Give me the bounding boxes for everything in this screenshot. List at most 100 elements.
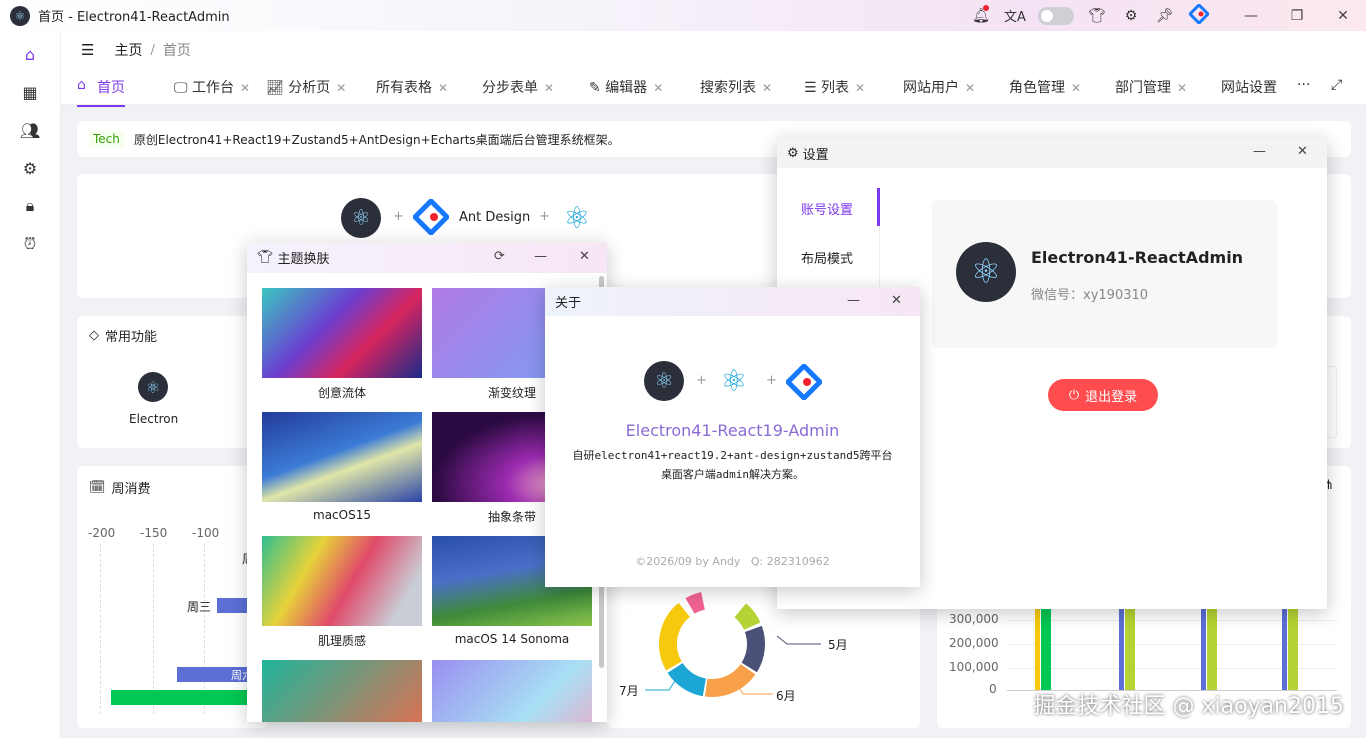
menu-fold-icon[interactable]: ☰ xyxy=(81,41,94,59)
x-tick: -100 xyxy=(192,526,220,540)
shortcut-electron[interactable]: ⚛ Electron xyxy=(129,372,179,426)
profile-panel: ⚛ Electron41-ReactAdmin 微信号：xy190310 xyxy=(932,200,1277,348)
theme-thumbnail xyxy=(262,288,422,378)
minimize-button[interactable]: — xyxy=(534,249,547,264)
shirt-icon[interactable]: 👕︎ xyxy=(1080,8,1114,24)
x-tick: -200 xyxy=(88,526,116,540)
theme-caption: macOS15 xyxy=(313,508,371,522)
theme-caption: 肌理质感 xyxy=(317,634,366,648)
title-bar: ⚛ 首页 - Electron41-ReactAdmin 🔔︎ 文A 👕︎ ⚙ … xyxy=(0,0,1366,31)
close-icon[interactable]: ✕ xyxy=(438,81,448,95)
close-icon[interactable]: ✕ xyxy=(855,81,865,95)
bar xyxy=(1119,606,1124,690)
expand-icon[interactable]: ⤢ xyxy=(1331,77,1342,93)
tab-site-users[interactable]: 网站用户 ✕ xyxy=(903,77,975,97)
about-desc-line2: 桌面客户端admin解决方案。 xyxy=(660,468,805,481)
top-bar: ☰ 主页 / 首页 xyxy=(61,31,1366,69)
theme-item[interactable]: 创意流体 xyxy=(262,288,422,401)
bar xyxy=(1201,606,1206,690)
tab-site-settings[interactable]: 网站设置 xyxy=(1221,77,1277,97)
tab-editor[interactable]: ✎ 编辑器 ✕ xyxy=(589,77,663,97)
wechat-label: 微信号： xyxy=(1031,288,1084,303)
ant-logo-icon[interactable] xyxy=(1182,2,1216,28)
tab-role-management[interactable]: 角色管理 ✕ xyxy=(1009,77,1081,97)
theme-toggle[interactable] xyxy=(1038,6,1074,25)
power-icon: ⏻ xyxy=(1068,387,1080,403)
about-header: 关于 — ✕ xyxy=(545,287,920,316)
tab-all-tables[interactable]: 所有表格 ✕ xyxy=(376,77,448,97)
profile-name: Electron41-ReactAdmin xyxy=(1031,248,1244,267)
breadcrumb-home[interactable]: 主页 xyxy=(114,40,142,60)
close-icon[interactable]: ✕ xyxy=(653,81,663,95)
diamond-icon: ◇ xyxy=(89,328,99,343)
y-tick: 0 xyxy=(989,682,997,696)
apps-icon[interactable]: ▦ xyxy=(19,81,41,103)
avatar: ⚛ xyxy=(956,242,1016,302)
lock-icon[interactable]: 🔒︎ xyxy=(19,195,41,217)
about-modal: 关于 — ✕ ⚛ + ⚛ + Electron41-React19-Admin … xyxy=(545,287,920,587)
tab-search-list[interactable]: 搜索列表 ✕ xyxy=(700,77,772,97)
close-icon[interactable]: ✕ xyxy=(1071,81,1081,95)
ant-design-label: Ant Design xyxy=(459,210,531,225)
plus-sign: + xyxy=(766,373,777,388)
alarm-icon[interactable]: ⏰︎ xyxy=(19,233,41,255)
theme-item[interactable]: 肌理质感 xyxy=(262,536,422,649)
donut-label: 7月 xyxy=(619,684,639,698)
close-icon[interactable]: ✕ xyxy=(762,81,772,95)
refresh-icon[interactable]: ⟳ xyxy=(494,249,505,264)
theme-title: 主题换肤 xyxy=(277,252,330,267)
electron-logo-icon: ⚛ xyxy=(138,372,168,402)
close-icon[interactable]: ✕ xyxy=(965,81,975,95)
settings-menu-layout[interactable]: 布局模式 xyxy=(801,248,853,267)
react-logo-icon: ⚛ xyxy=(720,363,748,399)
grid-line xyxy=(204,544,205,714)
y-tick: 200,000 xyxy=(949,636,999,650)
restore-button[interactable]: ❐ xyxy=(1274,8,1320,24)
donut-label: 6月 xyxy=(776,689,796,703)
users-icon[interactable]: 👥︎ xyxy=(19,119,41,141)
pin-icon[interactable]: 📌︎ xyxy=(1148,8,1182,24)
minimize-button[interactable]: — xyxy=(1253,144,1266,159)
calendar-icon: 🗓︎ xyxy=(89,480,106,495)
bar xyxy=(111,690,267,705)
bar xyxy=(1282,606,1287,690)
gear-icon[interactable]: ⚙ xyxy=(19,157,41,179)
settings-menu-divider xyxy=(879,226,880,286)
tab-workbench[interactable]: 🖵︎ 工作台 ✕ xyxy=(174,77,250,97)
grid-line xyxy=(100,544,101,714)
tab-analysis[interactable]: 📈︎ 分析页 ✕ xyxy=(266,77,346,97)
logout-button[interactable]: ⏻ 退出登录 xyxy=(1048,379,1158,411)
electron-logo-icon: ⚛ xyxy=(341,198,381,238)
bell-icon[interactable]: 🔔︎ xyxy=(964,4,998,24)
close-icon[interactable]: ✕ xyxy=(336,81,346,95)
donut-label: 5月 xyxy=(828,638,848,652)
minimize-button[interactable]: — xyxy=(847,293,860,308)
close-icon[interactable]: ✕ xyxy=(1177,81,1187,95)
about-footer: ©2026/09 by Andy Q: 282310962 xyxy=(635,555,830,568)
tab-more-button[interactable]: ··· xyxy=(1297,77,1310,93)
close-button[interactable]: ✕ xyxy=(1297,144,1308,159)
home-icon[interactable]: ⌂ xyxy=(19,43,41,65)
shortcut-label: Electron xyxy=(129,412,179,426)
translate-icon[interactable]: 文A xyxy=(998,6,1032,25)
tab-dept-management[interactable]: 部门管理 ✕ xyxy=(1115,77,1187,97)
tab-step-form[interactable]: 分步表单 ✕ xyxy=(482,77,554,97)
close-button[interactable]: ✕ xyxy=(1320,8,1366,24)
close-icon[interactable]: ✕ xyxy=(544,81,554,95)
theme-item[interactable] xyxy=(262,660,422,722)
theme-item[interactable] xyxy=(432,660,592,722)
app-logo-icon: ⚛ xyxy=(10,5,30,26)
close-button[interactable]: ✕ xyxy=(579,249,590,264)
minimize-button[interactable]: — xyxy=(1228,8,1274,24)
settings-menu-account[interactable]: 账号设置 xyxy=(801,199,853,218)
close-button[interactable]: ✕ xyxy=(891,293,902,308)
tab-home[interactable]: ⌂ 首页 xyxy=(77,77,125,107)
gear-icon[interactable]: ⚙ xyxy=(1114,8,1148,24)
shirt-icon: 👕︎ xyxy=(257,250,274,265)
ant-design-logo-icon xyxy=(784,362,824,404)
theme-item[interactable]: macOS15 xyxy=(262,412,422,522)
tab-list[interactable]: ☰ 列表 ✕ xyxy=(804,77,865,97)
bar xyxy=(1207,606,1217,690)
close-icon[interactable]: ✕ xyxy=(240,81,250,95)
bar xyxy=(1125,606,1135,690)
